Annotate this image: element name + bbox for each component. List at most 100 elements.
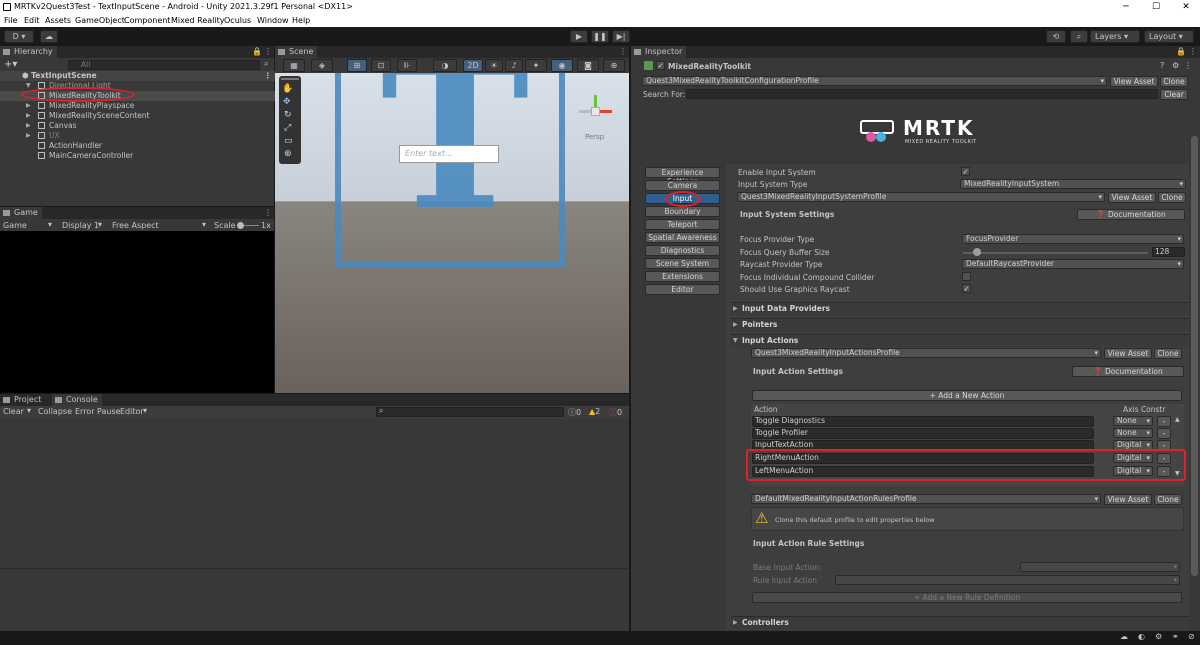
info-count-icon[interactable]: ⓘ0 [568, 407, 581, 418]
config-profile-dropdown[interactable]: Quest3MixedRealityToolkitConfigurationPr… [642, 76, 1107, 86]
nav-teleport[interactable]: Teleport [645, 219, 720, 230]
lock-icon[interactable]: 🔒 [1176, 47, 1186, 56]
nav-spatial-awareness[interactable]: Spatial Awareness [645, 232, 720, 243]
nav-scene-system[interactable]: Scene System [645, 258, 720, 269]
warning-count-icon[interactable]: ▲2 [589, 407, 600, 416]
layout-dropdown[interactable]: Layout ▾ [1144, 30, 1194, 43]
hierarchy-item-ux[interactable]: UX [0, 131, 275, 141]
tab-project[interactable]: Project [0, 394, 46, 406]
more-icon[interactable]: ⋮ [264, 47, 272, 56]
transform-tool-icon[interactable]: ⊛ [284, 149, 292, 159]
menu-file[interactable]: File [4, 14, 17, 27]
menu-mixed-reality[interactable]: Mixed Reality [171, 14, 225, 27]
tab-scene[interactable]: Scene [275, 46, 318, 58]
search-icon[interactable]: ⌕ [1070, 30, 1088, 43]
scene-root[interactable]: ⬢ TextInputScene ⋮ [0, 71, 275, 81]
scene-viewport[interactable]: T Enter text... Persp [275, 73, 629, 393]
documentation-button[interactable]: ❓ Documentation [1072, 366, 1184, 377]
aspect-dropdown[interactable]: Free Aspect [112, 221, 159, 230]
preset-icon[interactable]: ⚙ [1172, 61, 1179, 70]
base-input-action-dropdown[interactable] [1020, 562, 1180, 572]
collapse-toggle[interactable]: Collapse [38, 407, 72, 416]
component-enabled-checkbox[interactable]: ✓ [656, 61, 665, 70]
clear-button[interactable]: Clear [3, 407, 24, 416]
history-icon[interactable]: ⟲ [1046, 30, 1066, 43]
effects-icon[interactable]: ✦ [525, 59, 547, 72]
maximize-button[interactable]: ☐ [1142, 0, 1170, 14]
enable-input-checkbox[interactable]: ✓ [961, 167, 970, 176]
text-input-field[interactable]: Enter text... [399, 145, 499, 163]
rules-profile-dropdown[interactable]: DefaultMixedRealityInputActionRulesProfi… [751, 494, 1101, 504]
view-asset-button[interactable]: View Asset [1108, 192, 1156, 203]
rule-input-action-dropdown[interactable] [835, 575, 1180, 585]
add-icon[interactable]: +▾ [4, 59, 17, 70]
toggle-2d-button[interactable]: 2D [463, 59, 483, 72]
search-for-input[interactable] [686, 89, 1158, 99]
account-dropdown[interactable]: D ▾ [4, 30, 34, 43]
inspector-scrollbar[interactable] [1191, 136, 1198, 576]
grid-snap-icon[interactable]: ⊞ [347, 59, 367, 72]
increment-icon[interactable]: ⊪ [397, 59, 417, 72]
cloud-sync-icon[interactable]: ☁ [1120, 632, 1128, 641]
more-icon[interactable]: ⋮ [619, 47, 627, 56]
scale-slider-handle[interactable] [237, 222, 244, 229]
rect-tool-icon[interactable]: ▭ [284, 136, 293, 146]
bug-icon[interactable]: ⚙ [1155, 632, 1162, 641]
axis-constraint-dropdown[interactable]: None [1113, 416, 1153, 426]
editor-dropdown[interactable]: Editor [120, 407, 144, 416]
view-asset-button[interactable]: View Asset [1110, 76, 1158, 87]
menu-edit[interactable]: Edit [24, 14, 40, 27]
tab-hierarchy[interactable]: Hierarchy [0, 46, 57, 58]
nav-editor[interactable]: Editor [645, 284, 720, 295]
more-icon[interactable]: ⋮ [264, 208, 272, 217]
focus-compound-checkbox[interactable] [962, 272, 971, 281]
menu-help[interactable]: Help [292, 14, 310, 27]
menu-gameobject[interactable]: GameObject [75, 14, 125, 27]
hand-tool-icon[interactable]: ✋ [282, 84, 293, 94]
visibility-icon[interactable]: ◉ [551, 59, 573, 72]
action-name-field[interactable]: Toggle Diagnostics [752, 416, 1094, 427]
nav-boundary[interactable]: Boundary [645, 206, 720, 217]
console-search-input[interactable] [376, 407, 564, 417]
gizmo-tool-icon[interactable]: ▦ [283, 59, 305, 72]
play-icon[interactable]: ▶ [570, 30, 588, 43]
step-icon[interactable]: ▶| [612, 30, 630, 43]
axis-constraint-dropdown[interactable]: None [1113, 428, 1153, 438]
tab-console[interactable]: Console [52, 394, 102, 406]
error-pause-toggle[interactable]: Error Pause [75, 407, 121, 416]
focus-provider-dropdown[interactable]: FocusProvider [962, 234, 1184, 244]
hierarchy-item-main-camera-controller[interactable]: MainCameraController [0, 151, 275, 161]
focus-query-slider-handle[interactable] [973, 248, 981, 256]
clone-button[interactable]: Clone [1160, 76, 1188, 87]
rotate-tool-icon[interactable]: ↻ [284, 110, 292, 120]
more-icon[interactable]: ⋮ [1189, 47, 1197, 56]
close-button[interactable]: ✕ [1172, 0, 1200, 14]
view-asset-button[interactable]: View Asset [1104, 494, 1152, 505]
foldout-input-actions[interactable]: Input Actions [731, 334, 1189, 347]
nav-diagnostics[interactable]: Diagnostics [645, 245, 720, 256]
foldout-controllers[interactable]: Controllers [731, 616, 1189, 629]
nav-camera[interactable]: Camera [645, 180, 720, 191]
clear-search-button[interactable]: Clear [1160, 89, 1188, 100]
audio-icon[interactable]: ♪ [505, 59, 523, 72]
progress-icon[interactable]: ◐ [1138, 632, 1145, 641]
collab-icon[interactable]: ⚭ [1172, 632, 1179, 641]
clone-button[interactable]: Clone [1154, 348, 1182, 359]
notifications-icon[interactable]: ⊘ [1188, 632, 1195, 641]
input-system-profile-dropdown[interactable]: Quest3MixedRealityInputSystemProfile [737, 192, 1105, 202]
lock-icon[interactable]: 🔒 [252, 47, 262, 56]
foldout-pointers[interactable]: Pointers [731, 318, 1189, 331]
lighting-icon[interactable]: ☀ [485, 59, 503, 72]
raycast-provider-dropdown[interactable]: DefaultRaycastProvider [962, 259, 1184, 269]
scale-tool-icon[interactable]: ⤢ [284, 123, 291, 133]
minimize-button[interactable]: ─ [1112, 0, 1140, 14]
more-icon[interactable]: ⋮ [1184, 61, 1192, 70]
remove-action-button[interactable]: - [1157, 428, 1171, 439]
search-options-icon[interactable]: ⌕ [264, 59, 268, 69]
layers-dropdown[interactable]: Layers ▾ [1090, 30, 1140, 43]
menu-oculus[interactable]: Oculus [224, 14, 251, 27]
clone-button[interactable]: Clone [1158, 192, 1186, 203]
hierarchy-item-mixed-reality-playspace[interactable]: MixedRealityPlayspace [0, 101, 275, 111]
tab-game[interactable]: Game [0, 207, 42, 219]
hierarchy-item-action-handler[interactable]: ActionHandler [0, 141, 275, 151]
